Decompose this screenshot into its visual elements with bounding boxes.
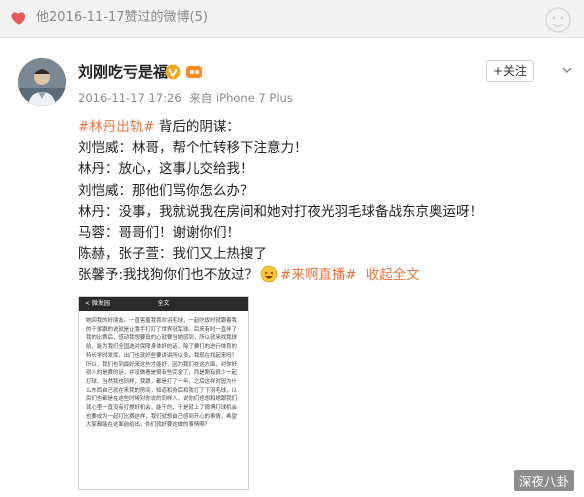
avatar[interactable] — [18, 58, 66, 106]
post-line: 刘恺威：那他们骂你怎么办？ — [78, 182, 254, 199]
chevron-down-icon[interactable] — [561, 64, 573, 76]
image-header-title: 全文 — [157, 300, 170, 307]
liked-history-text[interactable]: 他2016-11-17赞过的微博(5) — [36, 9, 208, 27]
source-watermark: 深夜八卦 — [513, 470, 574, 491]
cartoon-decoration-icon — [545, 7, 571, 33]
liked-history-bar: 他2016-11-17赞过的微博(5) — [0, 0, 584, 38]
source-prefix: 来自 — [189, 91, 213, 105]
post-line: 林丹：放心，这事儿交给我！ — [78, 161, 254, 178]
topic-tag[interactable]: #林丹出轨# — [78, 119, 155, 135]
live-topic-tag[interactable]: #来啊直播# — [280, 267, 357, 283]
author-name[interactable]: 刘刚吃亏是福 — [78, 62, 168, 82]
laughing-emoji-icon — [260, 266, 278, 283]
post-line: 陈赫，张子萱：我们又上热搜了 — [78, 246, 267, 263]
post-image-screenshot[interactable]: < 微发园 全文 她回我的好朋友。一直害羞我喜欢羽毛球，一起吃饭时就跟着我的干爹… — [78, 296, 249, 490]
post-line-text: 张馨予:我找狗你们也不放过？ — [78, 267, 259, 284]
weibo-post-card: 刘刚吃亏是福 2016-11-17 17:26 来自 iPhone 7 Plus… — [0, 38, 584, 497]
member-badge-icon[interactable] — [185, 64, 203, 80]
post-line: #林丹出轨# 背后的阴谋： — [78, 117, 568, 138]
post-line: 刘恺威：林哥，帮个忙转移下注意力！ — [78, 140, 308, 157]
image-body-text: 她回我的好朋友。一直害羞我喜欢羽毛球，一起吃饭时就跟着我的干爹跟的说就是让我手打… — [86, 318, 237, 429]
post-time[interactable]: 2016-11-17 17:26 — [78, 91, 182, 105]
post-line-text: 背后的阴谋： — [154, 119, 240, 135]
post-line: 张馨予:我找狗你们也不放过？ #来啊直播# 收起全文 — [78, 265, 568, 286]
collapse-text-link[interactable]: 收起全文 — [366, 267, 420, 283]
post-line: 林丹：没事，我就说我在房间和她对打夜光羽毛球备战东京奥运呀！ — [78, 203, 483, 220]
post-meta: 2016-11-17 17:26 来自 iPhone 7 Plus — [78, 90, 293, 106]
image-header: < 微发园 全文 — [79, 297, 248, 311]
post-source-device[interactable]: iPhone 7 Plus — [216, 91, 293, 105]
heart-icon — [11, 12, 26, 25]
verified-v-icon — [165, 64, 181, 80]
post-line: 马蓉：哥哥们！谢谢你们！ — [78, 225, 240, 242]
follow-button[interactable]: +关注 — [486, 60, 534, 82]
post-text: #林丹出轨# 背后的阴谋： 刘恺威：林哥，帮个忙转移下注意力！ 林丹：放心，这事… — [78, 117, 568, 287]
